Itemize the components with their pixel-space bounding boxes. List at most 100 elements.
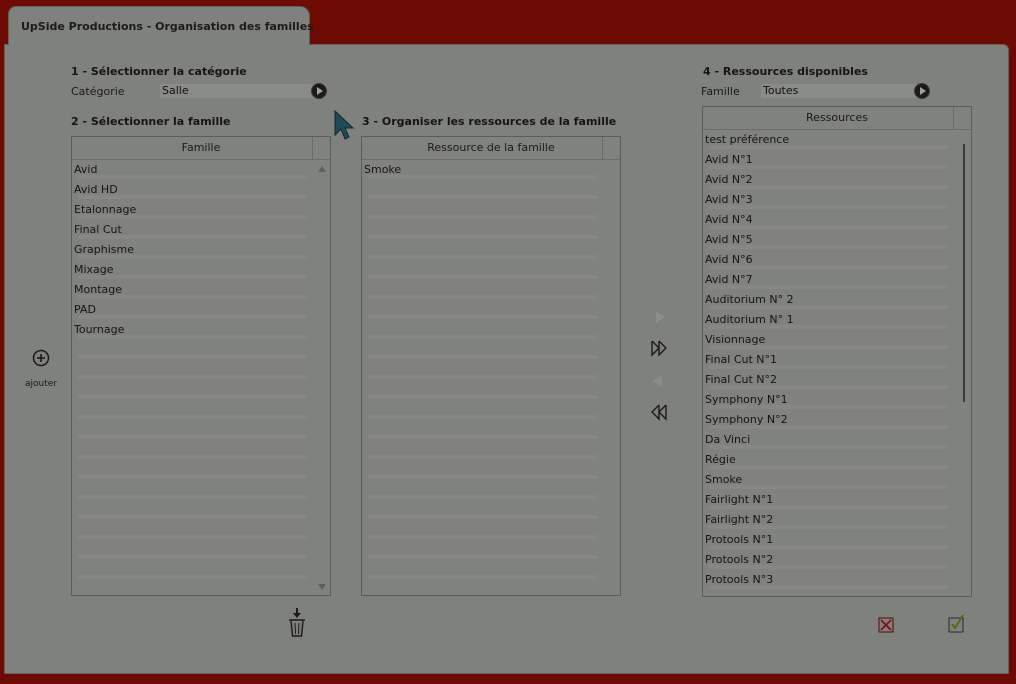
family-list-item[interactable]: Graphisme [72, 240, 313, 260]
available-resource-item[interactable]: test préférence [703, 130, 954, 150]
available-resource-item[interactable]: Auditorium N° 1 [703, 310, 954, 330]
family-resource-item[interactable] [362, 460, 603, 480]
family-list-item[interactable] [72, 380, 313, 400]
add-family-button[interactable] [32, 349, 50, 370]
family-list-item[interactable]: Montage [72, 280, 313, 300]
family-resource-item[interactable] [362, 340, 603, 360]
available-resource-item[interactable]: Protools N°1 [703, 530, 954, 550]
family-resource-item[interactable] [362, 280, 603, 300]
available-resource-item[interactable]: Da Vinci [703, 430, 954, 450]
double-arrow-right-icon [651, 340, 667, 357]
family-resources-list[interactable]: Ressource de la famille Smoke [361, 136, 621, 596]
family-list-item[interactable] [72, 360, 313, 380]
family-resource-item[interactable] [362, 500, 603, 520]
available-resource-item[interactable]: Symphony N°1 [703, 390, 954, 410]
family-filter-value: Toutes [763, 84, 799, 97]
family-list-item[interactable] [72, 520, 313, 540]
section2-title: 2 - Sélectionner la famille [71, 115, 231, 128]
mouse-cursor-icon [334, 109, 356, 145]
available-resource-item[interactable]: Avid N°1 [703, 150, 954, 170]
category-select[interactable]: Salle [160, 83, 327, 99]
section1-title: 1 - Sélectionner la catégorie [71, 65, 247, 78]
available-resource-item[interactable]: Visionnage [703, 330, 954, 350]
scroll-thumb[interactable] [963, 144, 965, 402]
family-list-item[interactable]: Tournage [72, 320, 313, 340]
available-resources-scrollbar[interactable] [955, 130, 971, 596]
family-resource-item[interactable] [362, 220, 603, 240]
family-list-item[interactable] [72, 480, 313, 500]
family-list-item[interactable] [72, 440, 313, 460]
family-list-item[interactable] [72, 500, 313, 520]
available-resource-item[interactable]: Fairlight N°1 [703, 490, 954, 510]
available-resource-item[interactable]: Smoke [703, 470, 954, 490]
family-list-item[interactable]: Avid HD [72, 180, 313, 200]
scroll-up-icon[interactable] [318, 166, 326, 172]
window-tab[interactable]: UpSide Productions - Organisation des fa… [8, 6, 314, 45]
family-column-header[interactable]: Famille [72, 137, 330, 160]
cancel-button[interactable] [878, 617, 894, 636]
available-resource-item[interactable]: Final Cut N°1 [703, 350, 954, 370]
delete-family-button[interactable] [286, 607, 308, 642]
family-filter-label: Famille [701, 85, 740, 98]
move-all-left-button[interactable] [648, 403, 668, 424]
family-resource-item[interactable] [362, 560, 603, 580]
arrow-right-icon [656, 311, 665, 323]
category-value: Salle [162, 84, 189, 97]
family-resource-item[interactable] [362, 380, 603, 400]
family-list-item[interactable] [72, 340, 313, 360]
family-list-item[interactable]: Final Cut [72, 220, 313, 240]
window-title: UpSide Productions - Organisation des fa… [21, 20, 314, 33]
family-list-scrollbar[interactable] [314, 160, 330, 595]
available-resource-item[interactable]: Protools N°2 [703, 550, 954, 570]
available-resource-item[interactable]: Avid N°4 [703, 210, 954, 230]
family-resource-item[interactable] [362, 420, 603, 440]
family-resource-item[interactable] [362, 320, 603, 340]
move-left-button[interactable] [651, 373, 665, 392]
available-resource-item[interactable]: Avid N°5 [703, 230, 954, 250]
available-resource-item[interactable]: Protools N°3 [703, 570, 954, 590]
family-resource-item[interactable] [362, 440, 603, 460]
family-list-item[interactable] [72, 460, 313, 480]
available-resource-item[interactable]: Avid N°2 [703, 170, 954, 190]
family-list[interactable]: Famille Avid Avid HD Etalonnage Final Cut Gr… [71, 136, 331, 596]
family-filter-select[interactable]: Toutes [761, 83, 930, 99]
available-resource-item[interactable]: Auditorium N° 2 [703, 290, 954, 310]
family-list-item[interactable] [72, 560, 313, 580]
family-resource-item[interactable] [362, 200, 603, 220]
available-resource-item[interactable]: Symphony N°2 [703, 410, 954, 430]
family-list-item[interactable]: Etalonnage [72, 200, 313, 220]
category-dropdown-icon[interactable] [311, 83, 327, 99]
scroll-down-icon[interactable] [318, 584, 326, 590]
family-filter-dropdown-icon[interactable] [914, 83, 930, 99]
available-resource-item[interactable]: Avid N°6 [703, 250, 954, 270]
family-resource-item[interactable] [362, 520, 603, 540]
family-list-item[interactable]: PAD [72, 300, 313, 320]
family-list-item[interactable] [72, 540, 313, 560]
family-list-item[interactable] [72, 400, 313, 420]
available-resource-item[interactable]: Avid N°7 [703, 270, 954, 290]
family-list-item[interactable]: Avid [72, 160, 313, 180]
family-list-item[interactable] [72, 420, 313, 440]
add-family-label: ajouter [25, 379, 57, 389]
available-resource-item[interactable]: Régie [703, 450, 954, 470]
validate-button[interactable] [948, 613, 966, 636]
available-resource-item[interactable]: Fairlight N°2 [703, 510, 954, 530]
family-resource-item[interactable] [362, 540, 603, 560]
move-all-right-button[interactable] [650, 339, 670, 360]
family-resource-item[interactable] [362, 480, 603, 500]
resources-column-header[interactable]: Ressources [703, 107, 971, 130]
family-resource-item[interactable] [362, 240, 603, 260]
family-resource-item[interactable] [362, 260, 603, 280]
family-resource-item[interactable] [362, 360, 603, 380]
available-resource-item[interactable]: Final Cut N°2 [703, 370, 954, 390]
available-resources-list[interactable]: Ressources test préférence Avid N°1 Avid N… [702, 106, 972, 597]
available-resource-item[interactable]: Avid N°3 [703, 190, 954, 210]
family-resource-item[interactable] [362, 300, 603, 320]
family-resource-item[interactable] [362, 400, 603, 420]
family-resource-item[interactable] [362, 180, 603, 200]
family-list-item[interactable]: Mixage [72, 260, 313, 280]
section3-title: 3 - Organiser les ressources de la famil… [362, 115, 617, 128]
move-right-button[interactable] [653, 309, 667, 328]
family-resource-item[interactable]: Smoke [362, 160, 603, 180]
family-resources-column-header[interactable]: Ressource de la famille [362, 137, 620, 160]
